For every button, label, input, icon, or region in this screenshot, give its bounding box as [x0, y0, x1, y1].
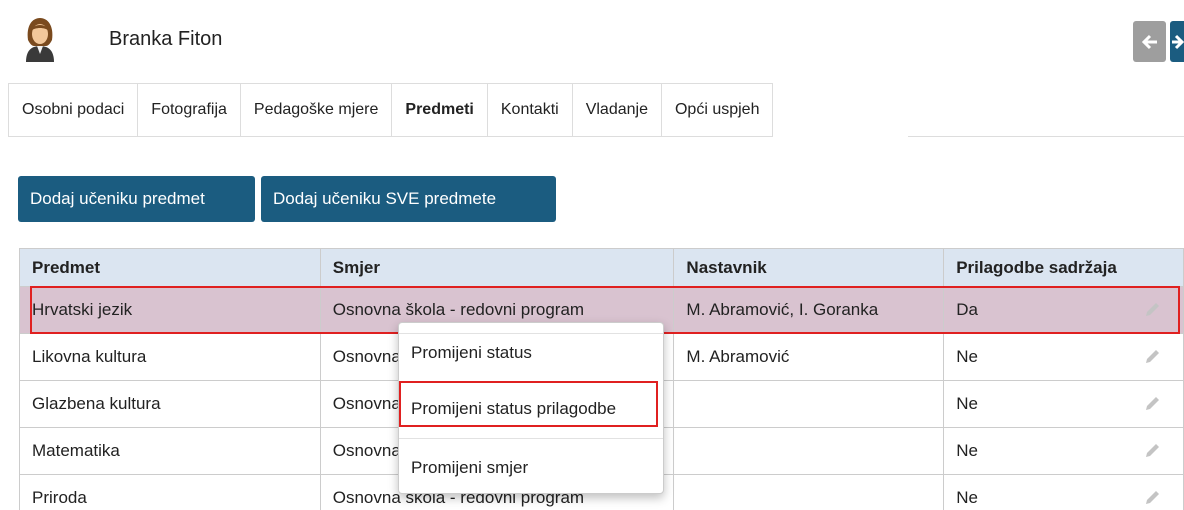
- tab-opci-uspjeh[interactable]: Opći uspjeh: [660, 83, 774, 137]
- tab-kontakti[interactable]: Kontakti: [486, 83, 572, 137]
- subject-cell: Hrvatski jezik: [20, 287, 321, 333]
- menu-item-change-adjustment-status[interactable]: Promijeni status prilagodbe: [399, 399, 663, 419]
- adjustment-cell: Da: [944, 287, 1184, 333]
- subject-cell: Matematika: [20, 428, 321, 474]
- adjustment-value: Ne: [956, 394, 978, 413]
- pencil-icon[interactable]: [1143, 489, 1161, 507]
- pencil-icon[interactable]: [1143, 442, 1161, 460]
- tab-osobni-podaci[interactable]: Osobni podaci: [8, 83, 138, 137]
- table-header: Predmet Smjer Nastavnik Prilagodbe sadrž…: [20, 248, 1184, 287]
- adjustment-cell: Ne: [944, 428, 1184, 474]
- tab-bar: Osobni podaci Fotografija Pedagoške mjer…: [8, 83, 774, 137]
- adjustment-cell: Ne: [944, 334, 1184, 380]
- tab-predmeti[interactable]: Predmeti: [391, 83, 487, 137]
- subject-cell: Priroda: [20, 475, 321, 510]
- teacher-cell: [674, 428, 945, 474]
- teacher-cell: [674, 381, 945, 427]
- adjustment-value: Ne: [956, 441, 978, 460]
- student-name: Branka Fiton: [109, 28, 223, 50]
- tab-pedagoske-mjere[interactable]: Pedagoške mjere: [239, 83, 392, 137]
- menu-divider: [399, 438, 663, 439]
- menu-item-change-program[interactable]: Promijeni smjer: [399, 458, 663, 478]
- arrow-left-icon: [1141, 34, 1157, 49]
- subject-cell: Glazbena kultura: [20, 381, 321, 427]
- arrow-right-icon: [1172, 34, 1184, 49]
- previous-student-button[interactable]: [1133, 21, 1166, 62]
- female-user-icon: [26, 18, 54, 62]
- column-header-teacher[interactable]: Nastavnik: [674, 249, 945, 286]
- pencil-icon[interactable]: [1143, 395, 1161, 413]
- context-menu: Promijeni status Promijeni status prilag…: [398, 322, 664, 494]
- menu-item-change-status[interactable]: Promijeni status: [399, 343, 663, 363]
- tab-divider: [908, 136, 1184, 137]
- teacher-cell: [674, 475, 945, 510]
- adjustment-value: Da: [956, 300, 978, 319]
- add-all-subjects-button[interactable]: Dodaj učeniku SVE predmete: [261, 176, 556, 222]
- adjustment-cell: Ne: [944, 475, 1184, 510]
- subject-cell: Likovna kultura: [20, 334, 321, 380]
- adjustment-value: Ne: [956, 488, 978, 507]
- adjustment-cell: Ne: [944, 381, 1184, 427]
- teacher-cell: M. Abramović, I. Goranka: [674, 287, 945, 333]
- column-header-subject[interactable]: Predmet: [20, 249, 321, 286]
- tab-vladanje[interactable]: Vladanje: [571, 83, 661, 137]
- pencil-icon[interactable]: [1143, 348, 1161, 366]
- column-header-program[interactable]: Smjer: [321, 249, 675, 286]
- tab-fotografija[interactable]: Fotografija: [137, 83, 240, 137]
- menu-divider: [399, 333, 663, 334]
- adjustment-value: Ne: [956, 347, 978, 366]
- pencil-icon[interactable]: [1143, 301, 1161, 319]
- column-header-adjustment[interactable]: Prilagodbe sadržaja: [944, 249, 1184, 286]
- next-student-button[interactable]: [1170, 21, 1184, 62]
- teacher-cell: M. Abramović: [674, 334, 945, 380]
- add-subject-button[interactable]: Dodaj učeniku predmet: [18, 176, 255, 222]
